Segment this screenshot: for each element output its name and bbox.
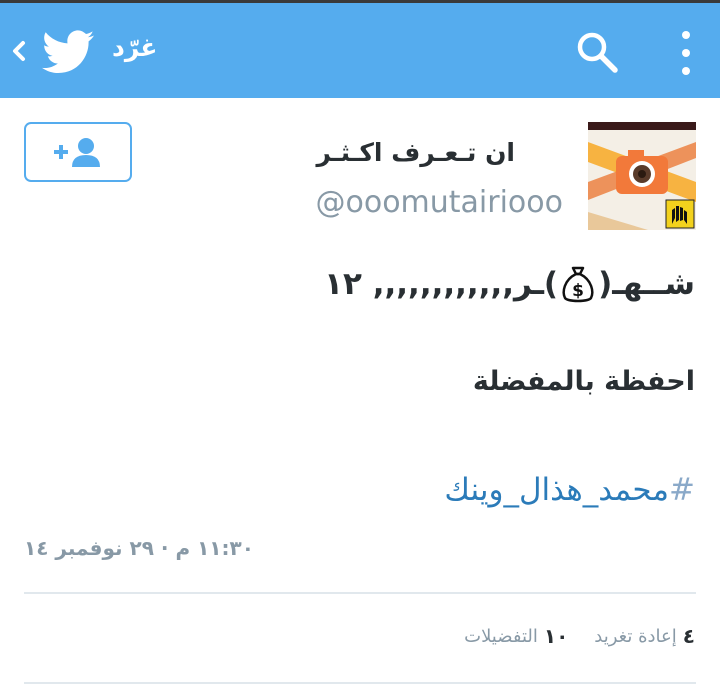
tweet-text-part: )ـر,,,,,,,,,,,, ١٢	[324, 266, 559, 302]
add-user-icon	[54, 138, 100, 167]
hashtag-link[interactable]: #محمد_هذال_وينك	[444, 472, 695, 508]
divider	[24, 592, 696, 594]
money-bag-icon: $	[562, 266, 594, 303]
favorite-label[interactable]: التفضيلات	[464, 626, 538, 647]
svg-text:$: $	[572, 281, 584, 301]
hashtag-symbol: #	[669, 472, 695, 508]
top-app-bar: غرّد	[0, 0, 720, 98]
page-title: غرّد	[112, 33, 158, 62]
twitter-bird-icon[interactable]	[42, 30, 94, 74]
search-icon[interactable]	[574, 29, 620, 75]
avatar[interactable]	[588, 122, 696, 230]
tweet-text-part: شــهـ(	[598, 266, 695, 302]
tweet-text-line: شــهـ( $ )ـر,,,,,,,,,,,, ١٢	[324, 260, 695, 308]
hashtag-text: محمد_هذال_وينك	[444, 472, 670, 508]
more-vertical-icon[interactable]	[674, 29, 698, 77]
chevron-left-icon[interactable]	[9, 36, 29, 66]
tweet-timestamp: ١١:٣٠ م · ٢٩ نوفمبر ١٤	[24, 536, 254, 560]
divider	[24, 682, 696, 684]
retweet-count[interactable]: ٤	[683, 624, 695, 648]
user-handle[interactable]: @ooomutairiooo	[315, 185, 563, 220]
tweet-stats: ٤ إعادة تغريد ١٠ التفضيلات	[438, 624, 695, 648]
follow-button[interactable]	[24, 122, 132, 182]
user-display-name[interactable]: ان تـعـرف اكـثـر	[317, 138, 515, 167]
favorite-count[interactable]: ١٠	[544, 624, 568, 648]
retweet-label[interactable]: إعادة تغريد	[594, 626, 676, 647]
tweet-text-line: احفظة بالمفضلة	[472, 366, 695, 397]
